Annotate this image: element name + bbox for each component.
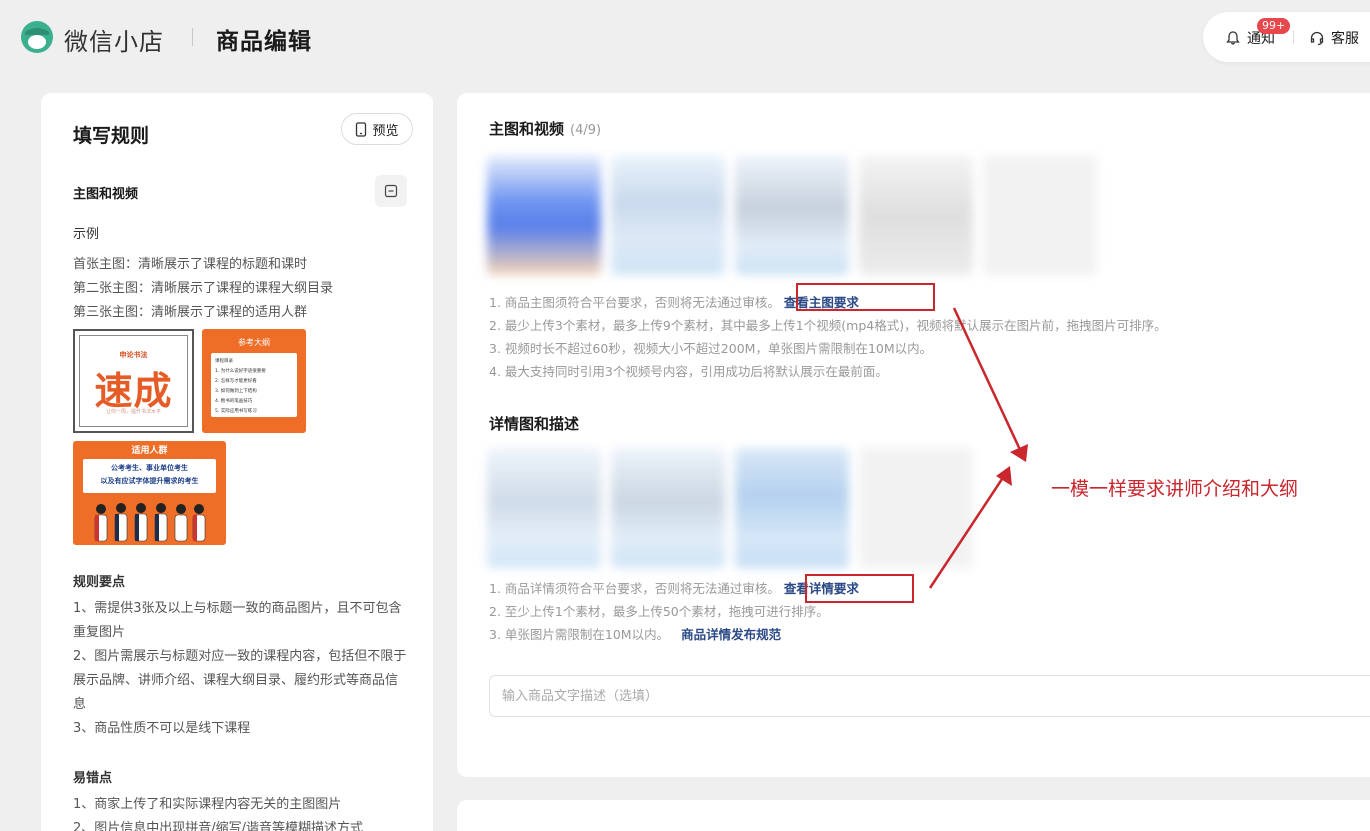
headset-icon	[1310, 31, 1324, 46]
top-bar: 微信小店 商品编辑 通知 99+ 客服	[0, 0, 1370, 78]
main-media-count: (4/9)	[570, 123, 602, 138]
brand-name: 微信小店	[64, 28, 164, 56]
outline-item: 1. 为什么说好字迹很重要	[215, 369, 266, 374]
rules-panel: 填写规则 预览 主图和视频 示例 首张主图：清晰展示了课程的标题和课时 第二张主…	[41, 93, 433, 831]
logo-icon[interactable]	[20, 20, 54, 54]
add-detail-media-button[interactable]	[859, 448, 973, 568]
detail-media-title: 详情图和描述	[489, 415, 580, 433]
key-points-text: 1、需提供3张及以上与标题一致的商品图片，且不可包含重复图片 2、图片需展示与标…	[73, 601, 407, 736]
example-thumb-outline: 参考大纲 课程目录 1. 为什么说好字迹很重要 2. 怎样写才能更好看 3. 如…	[202, 329, 306, 433]
main-note-2: 2. 最少上传3个素材，最多上传9个素材，其中最多上传1个视频(mp4格式)，视…	[489, 318, 1167, 333]
thumb-small-text: 申论书法	[119, 351, 148, 359]
notify-badge: 99+	[1257, 18, 1291, 34]
outline-card: 课程目录 1. 为什么说好字迹很重要 2. 怎样写才能更好看 3. 如何做到上下…	[211, 353, 297, 417]
description-input[interactable]	[489, 675, 1370, 717]
collapse-button[interactable]	[375, 175, 407, 207]
detail-media-notes: 1. 商品详情须符合平台要求，否则将无法通过审核。 查看详情要求 2. 至少上传…	[489, 577, 859, 646]
example-label: 示例	[73, 227, 100, 242]
detail-spec-link[interactable]: 商品详情发布规范	[681, 627, 781, 642]
detail-media-tile[interactable]	[487, 448, 601, 568]
rules-title: 填写规则	[73, 125, 150, 147]
service-label: 客服	[1331, 31, 1359, 47]
next-section-card	[457, 800, 1370, 831]
phone-icon	[356, 121, 367, 137]
main-note-4: 4. 最大支持同时引用3个视频号内容，引用成功后将默认展示在最前面。	[489, 364, 888, 379]
bell-icon	[1226, 31, 1240, 45]
example-line-1: 首张主图：清晰展示了课程的标题和课时	[73, 257, 308, 272]
edit-panel: 主图和视频 (4/9) 1. 商品主图须符合平台要求，否则将无法通过审核。 查看主…	[457, 93, 1370, 777]
detail-media-tile[interactable]	[611, 448, 725, 568]
detail-note-1: 1. 商品详情须符合平台要求，否则将无法通过审核。	[489, 581, 780, 596]
outline-item: 4. 楷书的笔画技巧	[215, 399, 253, 404]
main-media-tile[interactable]	[859, 155, 973, 275]
main-link-highlight	[796, 283, 935, 311]
preview-label: 预览	[372, 123, 399, 139]
detail-link-highlight	[805, 574, 914, 603]
brand-divider	[192, 28, 193, 46]
audience-line-2: 以及有应试字体提升需求的考生	[100, 477, 199, 485]
main-media-title: 主图和视频 (4/9)	[489, 118, 601, 139]
example-thumb-audience: 适用人群 公考考生、事业单位考生 以及有应试字体提升需求的考生	[73, 441, 226, 545]
errors-text: 1、商家上传了和实际课程内容无关的主图图片 2、图片信息中出现拼音/缩写/谐音等…	[73, 797, 364, 831]
errors-title: 易错点	[73, 771, 113, 786]
outline-item: 3. 如何做到上下结构	[215, 389, 257, 394]
main-note-3: 3. 视频时长不超过60秒，视频大小不超过200M，单张图片需限制在10M以内。	[489, 341, 933, 356]
outline-header: 参考大纲	[238, 338, 270, 347]
preview-button[interactable]: 预览	[341, 113, 413, 145]
main-media-tile[interactable]	[611, 155, 725, 275]
example-line-3: 第三张主图：清晰展示了课程的适用人群	[73, 305, 308, 320]
audience-box: 公考考生、事业单位考生 以及有应试字体提升需求的考生	[83, 459, 216, 493]
page-title: 商品编辑	[216, 29, 312, 55]
main-note-1: 1. 商品主图须符合平台要求，否则将无法通过审核。	[489, 295, 780, 310]
example-line-2: 第二张主图：清晰展示了课程的课程大纲目录	[73, 281, 334, 296]
detail-note-2: 2. 至少上传1个素材，最多上传50个素材，拖拽可进行排序。	[489, 604, 829, 619]
main-media-tile[interactable]	[487, 155, 601, 275]
top-actions: 通知 99+ 客服	[1203, 12, 1370, 62]
key-points-title: 规则要点	[73, 575, 126, 590]
detail-note-3: 3. 单张图片需限制在10M以内。	[489, 627, 670, 642]
rules-section-title: 主图和视频	[73, 187, 139, 202]
example-thumb-title: 申论书法 速成 让你一周，提升书法水平	[73, 329, 194, 433]
audience-line-1: 公考考生、事业单位考生	[111, 464, 188, 472]
outline-item: 2. 怎样写才能更好看	[215, 379, 257, 384]
thumb-big-text: 速成	[94, 369, 173, 413]
thumb-tiny-text: 让你一周，提升书法水平	[105, 409, 161, 415]
add-main-media-button[interactable]	[983, 155, 1097, 275]
outline-item: 课程目录	[215, 359, 233, 364]
people-illustration-icon	[94, 503, 206, 542]
main-media-title-text: 主图和视频	[489, 120, 565, 138]
main-media-tile[interactable]	[735, 155, 849, 275]
audience-header: 适用人群	[131, 446, 168, 456]
collapse-icon	[384, 184, 398, 198]
detail-media-tile[interactable]	[735, 448, 849, 568]
service-button[interactable]: 客服	[1309, 28, 1359, 48]
actions-divider	[1293, 30, 1294, 44]
annotation-text: 一模一样要求讲师介绍和大纲	[1051, 478, 1299, 500]
outline-item: 5. 实际应用书写练习	[215, 409, 257, 414]
